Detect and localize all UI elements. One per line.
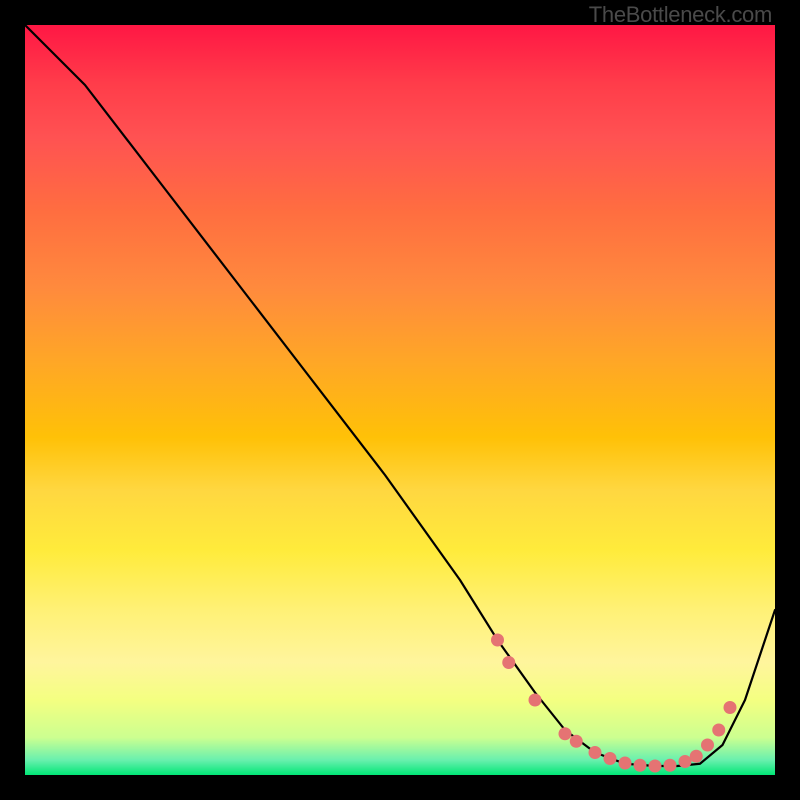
chart-plot-area bbox=[25, 25, 775, 775]
highlighted-markers bbox=[491, 634, 737, 773]
marker-dot bbox=[634, 759, 647, 772]
marker-dot bbox=[619, 757, 632, 770]
marker-dot bbox=[502, 656, 515, 669]
marker-dot bbox=[664, 759, 677, 772]
marker-dot bbox=[724, 701, 737, 714]
marker-dot bbox=[570, 735, 583, 748]
curve-path bbox=[25, 25, 775, 766]
watermark-label: TheBottleneck.com bbox=[589, 2, 772, 28]
marker-dot bbox=[529, 694, 542, 707]
marker-dot bbox=[589, 746, 602, 759]
bottleneck-curve bbox=[25, 25, 775, 766]
marker-dot bbox=[604, 752, 617, 765]
marker-dot bbox=[559, 727, 572, 740]
marker-dot bbox=[690, 750, 703, 763]
marker-dot bbox=[679, 755, 692, 768]
marker-dot bbox=[491, 634, 504, 647]
marker-dot bbox=[712, 724, 725, 737]
marker-dot bbox=[701, 739, 714, 752]
chart-svg bbox=[25, 25, 775, 775]
marker-dot bbox=[649, 760, 662, 773]
